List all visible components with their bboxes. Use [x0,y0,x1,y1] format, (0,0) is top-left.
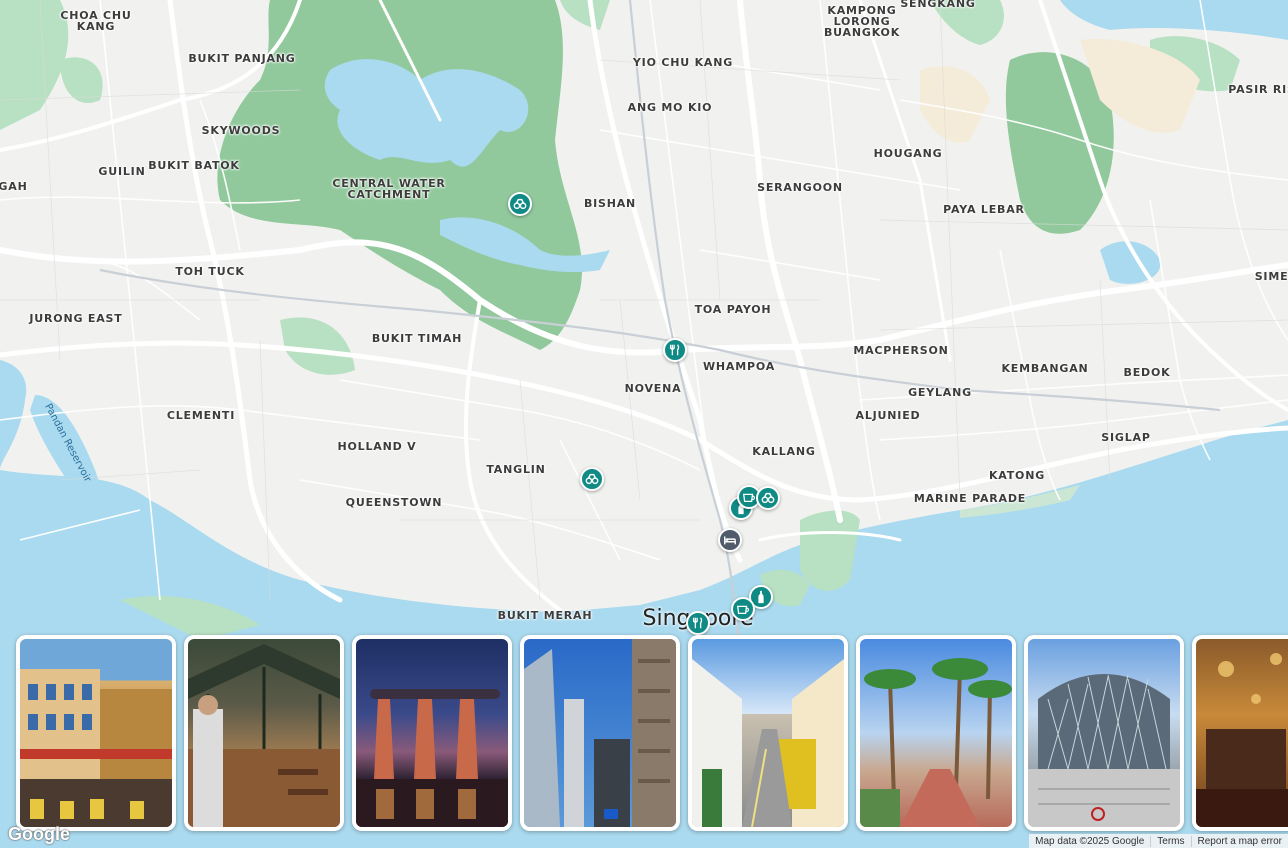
coffee-icon[interactable] [731,597,755,621]
area-label-bukit-batok: BUKIT BATOK [148,159,240,172]
area-label-ang-mo-kio: ANG MO KIO [627,101,713,114]
area-label-central-water-catchment: CENTRAL WATER CATCHMENT [332,177,446,201]
area-label-choa-chu-kang: CHOA CHU KANG [60,9,132,33]
area-label-bishan: BISHAN [583,197,637,210]
area-label-toh-tuck: TOH TUCK [175,265,245,278]
area-label-toa-payoh: TOA PAYOH [694,303,772,316]
area-label-paya-lebar: PAYA LEBAR [943,203,1025,216]
area-label-novena: NOVENA [624,382,682,395]
area-label-marine-parade: MARINE PARADE [913,492,1027,505]
area-label-bukit-timah: BUKIT TIMAH [371,332,463,345]
photo-card-orchard-mall[interactable] [1024,635,1184,831]
area-label-yio-chu-kang: YIO CHU KANG [632,56,734,69]
area-label-holland-v: HOLLAND V [337,440,417,453]
photo-card-hawker-centre[interactable] [184,635,344,831]
area-label-tanglin: TANGLIN [486,463,546,476]
area-label-sengkang: SENGKANG [900,0,976,10]
photo-card-ornate-interior[interactable] [1192,635,1288,831]
area-label-jurong-east: JURONG EAST [29,312,123,325]
area-label-macpherson: MACPHERSON [853,344,949,357]
area-label-siglap: SIGLAP [1101,431,1151,444]
area-label-kallang: KALLANG [752,445,816,458]
photo-card-haji-lane[interactable] [688,635,848,831]
area-label-clementi: CLEMENTI [166,409,236,422]
photo-card-cbd-skyscrapers[interactable] [520,635,680,831]
photo-card-chinatown[interactable] [16,635,176,831]
area-label-bukit-merah: BUKIT MERAH [497,609,593,622]
terms-link[interactable]: Terms [1150,835,1190,847]
area-label-skywoods: SKYWOODS [201,124,281,137]
binoculars-icon[interactable] [508,192,532,216]
area-label-serangoon: SERANGOON [757,181,843,194]
google-logo: Google [8,824,70,844]
area-label-kampong-lorong-buangkok: KAMPONG LORONG BUANGKOK [823,4,901,39]
area-label-kembangan: KEMBANGAN [1001,362,1089,375]
area-label-queenstown: QUEENSTOWN [345,496,443,509]
utensils-icon[interactable] [663,338,687,362]
area-label-aljunied: ALJUNIED [855,409,921,422]
photo-card-marina-bay-sands[interactable] [352,635,512,831]
area-label-simei: SIMEI [1254,270,1288,283]
area-label-whampoa: WHAMPOA [702,360,776,373]
map-data-text: Map data ©2025 Google [1035,835,1145,847]
area-label-gah: GAH [0,180,28,193]
binoculars-icon[interactable] [756,486,780,510]
area-label-bedok: BEDOK [1123,366,1171,379]
area-label-katong: KATONG [988,469,1046,482]
photo-card-palm-street[interactable] [856,635,1016,831]
bed-icon[interactable] [718,528,742,552]
area-label-hougang: HOUGANG [873,147,943,160]
report-map-error-link[interactable]: Report a map error [1190,835,1288,847]
map-attribution: Map data ©2025 Google Terms Report a map… [1029,834,1288,848]
area-label-bukit-panjang: BUKIT PANJANG [188,52,296,65]
binoculars-icon[interactable] [580,467,604,491]
area-label-guilin: GUILIN [98,165,146,178]
area-label-pasir-ris: PASIR RIS [1228,83,1288,96]
area-label-geylang: GEYLANG [908,386,972,399]
photo-carousel[interactable] [0,632,1288,834]
